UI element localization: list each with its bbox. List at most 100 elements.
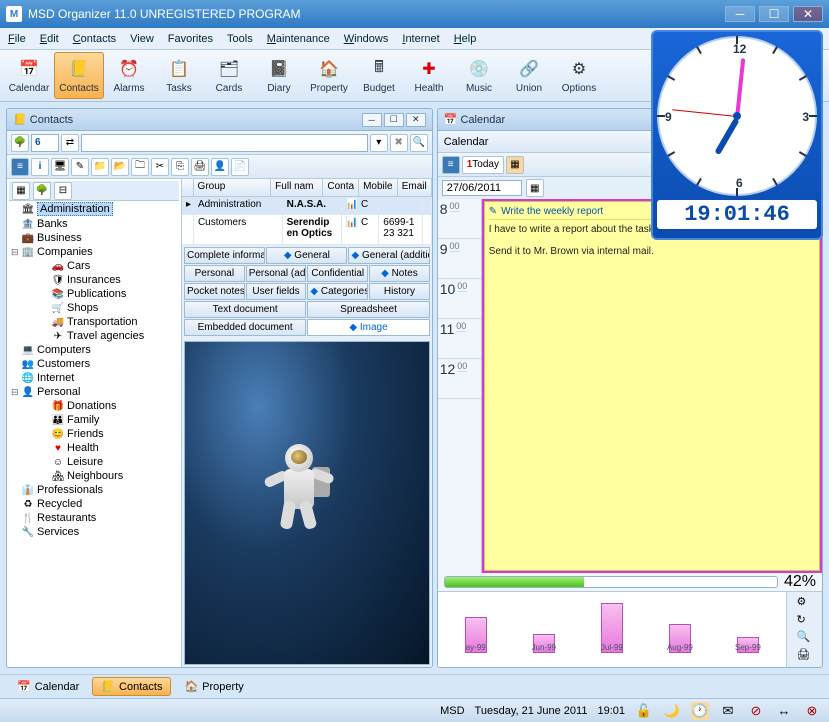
pane-maximize-button[interactable]: ☐ [384, 113, 404, 127]
categories-tree[interactable]: ▦ 🌳 ⊟ 🏛Administration 🏦Banks 💼Business ⊟… [7, 179, 182, 667]
toolbar-union[interactable]: 🔗Union [504, 52, 554, 99]
moon-icon[interactable]: 🌙 [663, 702, 681, 720]
clock-toggle-icon[interactable]: 🕐 [691, 702, 709, 720]
dropdown-icon[interactable]: ▾ [370, 134, 388, 152]
tab-general-add[interactable]: ◆ General (additional) [348, 247, 429, 264]
print-icon[interactable]: 🖨 [191, 158, 209, 176]
tab-categories[interactable]: ◆ Categories [307, 283, 368, 300]
date-input[interactable]: 27/06/2011 [442, 180, 522, 196]
mail-icon[interactable]: ✉ [719, 702, 737, 720]
toolbar-contacts[interactable]: 📒Contacts [54, 52, 104, 99]
col-contact[interactable]: Conta [323, 179, 359, 196]
bottom-tab-calendar[interactable]: 📅Calendar [8, 677, 88, 696]
chart-settings-icon[interactable]: ⚙ [797, 595, 813, 611]
copy-icon[interactable]: ⎘ [171, 158, 189, 176]
tab-notes[interactable]: ◆ Notes [369, 265, 430, 282]
pane-close-button[interactable]: ✕ [406, 113, 426, 127]
close-button[interactable]: ✕ [793, 6, 823, 22]
tree-neighbours[interactable]: 🏘Neighbours [9, 469, 179, 483]
toolbar-cards[interactable]: 🗂Cards [204, 52, 254, 99]
tree-toggle-icon[interactable]: 🌳 [11, 134, 29, 152]
filter-combo[interactable] [81, 134, 368, 152]
user-icon[interactable]: 👤 [211, 158, 229, 176]
tree-view-icon[interactable]: ▦ [12, 182, 30, 200]
tab-pocket[interactable]: Pocket notes [184, 283, 245, 300]
tree-professionals[interactable]: 👔Professionals [9, 483, 179, 497]
tree-companies[interactable]: ⊟🏢Companies [9, 245, 179, 259]
list-icon[interactable]: ≡ [11, 158, 29, 176]
calendar-tab[interactable]: Calendar [444, 136, 489, 148]
tab-general[interactable]: ◆ General [266, 247, 347, 264]
tree-travel[interactable]: ✈Travel agencies [9, 329, 179, 343]
tab-spreadsheet[interactable]: Spreadsheet [307, 301, 429, 318]
tree-donations[interactable]: 🎁Donations [9, 399, 179, 413]
tab-image[interactable]: ◆ Image [307, 319, 429, 336]
edit-icon[interactable]: ✎ [71, 158, 89, 176]
menu-windows[interactable]: Windows [344, 33, 389, 45]
tree-family[interactable]: 👪Family [9, 413, 179, 427]
cal-view-icon[interactable]: ▦ [506, 156, 524, 174]
tree-leisure[interactable]: ☺Leisure [9, 455, 179, 469]
cut-icon[interactable]: ✂ [151, 158, 169, 176]
col-email[interactable]: Email [398, 179, 432, 196]
tree-internet[interactable]: 🌐Internet [9, 371, 179, 385]
menu-file[interactable]: File [8, 33, 26, 45]
tab-embedded[interactable]: Embedded document [184, 319, 306, 336]
search-icon[interactable]: 🔍 [410, 134, 428, 152]
tab-personal[interactable]: Personal [184, 265, 245, 282]
col-mobile[interactable]: Mobile [359, 179, 398, 196]
minimize-button[interactable]: ─ [725, 6, 755, 22]
tree-business[interactable]: 💼Business [9, 231, 179, 245]
tree-customers[interactable]: 👥Customers [9, 357, 179, 371]
calendar-picker-icon[interactable]: ▦ [526, 179, 544, 197]
toolbar-property[interactable]: 🏠Property [304, 52, 354, 99]
grid-row[interactable]: Customers Serendipen Optics 📊 C 6699-123… [182, 215, 432, 245]
delete-icon[interactable]: ✖ [390, 134, 408, 152]
tree-publications[interactable]: 📚Publications [9, 287, 179, 301]
tree-friends[interactable]: 😊Friends [9, 427, 179, 441]
menu-favorites[interactable]: Favorites [168, 33, 213, 45]
tree-transportation[interactable]: 🚚Transportation [9, 315, 179, 329]
cal-list-icon[interactable]: ≡ [442, 156, 460, 174]
toolbar-diary[interactable]: 📓Diary [254, 52, 304, 99]
menu-help[interactable]: Help [454, 33, 477, 45]
tab-confidential[interactable]: Confidential [307, 265, 368, 282]
open-folder-icon[interactable]: 📂 [111, 158, 129, 176]
tree-administration[interactable]: 🏛Administration [9, 201, 179, 217]
menu-contacts[interactable]: Contacts [73, 33, 116, 45]
tab-history[interactable]: History [369, 283, 430, 300]
col-group[interactable]: Group [194, 179, 272, 196]
today-button[interactable]: 1 Today [462, 156, 504, 174]
menu-maintenance[interactable]: Maintenance [267, 33, 330, 45]
tree-computers[interactable]: 💻Computers [9, 343, 179, 357]
disabled-mail-icon[interactable]: ⊘ [747, 702, 765, 720]
tab-complete[interactable]: Complete information [184, 247, 265, 264]
tab-user[interactable]: User fields [246, 283, 307, 300]
view-toggle-icon[interactable]: ⇄ [61, 134, 79, 152]
maximize-button[interactable]: ☐ [759, 6, 789, 22]
tree-restaurants[interactable]: 🍴Restaurants [9, 511, 179, 525]
new-folder-icon[interactable]: 📁 [91, 158, 109, 176]
sync-icon[interactable]: ↔ [775, 702, 793, 720]
bottom-tab-property[interactable]: 🏠Property [175, 677, 252, 696]
chart-print-icon[interactable]: 🖨 [797, 648, 813, 664]
tree-insurances[interactable]: 🛡Insurances [9, 273, 179, 287]
document-icon[interactable]: 📄 [231, 158, 249, 176]
delete-folder-icon[interactable]: 🗀 [131, 158, 149, 176]
toolbar-music[interactable]: 💿Music [454, 52, 504, 99]
tree-health[interactable]: ♥Health [9, 441, 179, 455]
bottom-tab-contacts[interactable]: 📒Contacts [92, 677, 171, 696]
info-icon[interactable]: i [31, 158, 49, 176]
toolbar-budget[interactable]: 🖩Budget [354, 52, 404, 99]
toolbar-health[interactable]: ✚Health [404, 52, 454, 99]
close-status-icon[interactable]: ⊗ [803, 702, 821, 720]
menu-tools[interactable]: Tools [227, 33, 253, 45]
chart-refresh-icon[interactable]: ↻ [797, 613, 813, 629]
menu-internet[interactable]: Internet [402, 33, 439, 45]
tree-expand-icon[interactable]: 🌳 [33, 182, 51, 200]
toolbar-tasks[interactable]: 📋Tasks [154, 52, 204, 99]
tree-services[interactable]: 🔧Services [9, 525, 179, 539]
grid-row[interactable]: ▸ Administration N.A.S.A. 📊 C [182, 197, 432, 215]
pane-minimize-button[interactable]: ─ [362, 113, 382, 127]
tree-banks[interactable]: 🏦Banks [9, 217, 179, 231]
